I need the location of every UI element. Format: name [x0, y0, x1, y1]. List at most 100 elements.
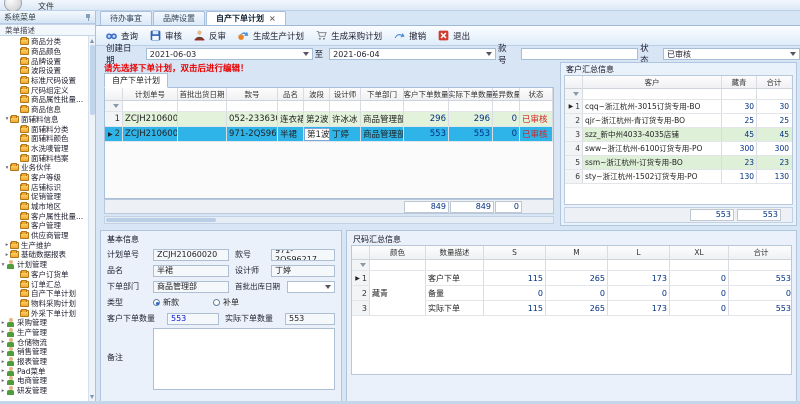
filter-row[interactable] [352, 260, 791, 271]
table-row[interactable]: 6 sty~浙江杭州-1502订货专用-PO 130 130 [565, 170, 792, 184]
radio-new-style[interactable] [153, 299, 160, 306]
cell-plan-no[interactable]: ZCJH21060020 [123, 127, 178, 141]
sidebar-scrollbar[interactable] [88, 36, 95, 402]
cell-order-dept[interactable]: 商品管理部 [361, 112, 404, 126]
radio-new-style-label[interactable]: 新款 [163, 297, 179, 308]
tree-item[interactable]: ▸ 报表管理 [0, 357, 87, 367]
tree-item[interactable]: 品牌设置 [0, 56, 87, 66]
cell-total-qty[interactable]: 45 [757, 128, 791, 141]
cell-size-xl[interactable]: 0 [670, 271, 729, 286]
tree-item[interactable]: 商品颜色 [0, 47, 87, 57]
exit-button[interactable]: 退出 [434, 28, 476, 43]
tab-todo[interactable]: 待办事宜 [100, 11, 152, 25]
cell-ship-date[interactable] [178, 112, 227, 126]
cell-size-xl[interactable]: 0 [670, 286, 729, 301]
tree-item[interactable]: ▸ 电商管理 [0, 376, 87, 386]
cell-customer-qty[interactable]: 553 [404, 127, 449, 141]
col-diff-qty[interactable]: 差异数量 [493, 88, 520, 100]
date-from-combobox[interactable]: 2021-06-03 [146, 48, 313, 60]
status-combobox[interactable]: 已审核 [663, 48, 800, 60]
tree-item[interactable]: ▸ 生产管理 [0, 328, 87, 338]
tree-item[interactable]: ▾ 面辅料信息 [0, 115, 87, 125]
grid-page-tab[interactable]: 自产下单计划 [104, 73, 168, 88]
col-total[interactable]: 合计 [729, 246, 792, 259]
tree-item[interactable]: ▸ 采购管理 [0, 318, 87, 328]
table-row[interactable]: 3 实际下单 115 265 173 0 553 [352, 301, 791, 316]
cell-size-xl[interactable]: 0 [670, 301, 729, 316]
cell-color[interactable]: 藏青 [370, 286, 426, 301]
cell-navy-qty[interactable]: 25 [722, 114, 757, 127]
reverse-audit-button[interactable]: 反审 [190, 28, 232, 43]
cell-product-name[interactable]: 连衣裙 [278, 112, 304, 126]
cell-style-no[interactable]: 052-23363006-1 [227, 112, 278, 126]
cell-qty-desc[interactable]: 客户下单 [426, 271, 484, 286]
col-style-no[interactable]: 款号 [227, 88, 278, 100]
cell-actual-qty[interactable]: 296 [449, 112, 493, 126]
first-ship-date-combobox[interactable] [287, 281, 335, 293]
cell-total-qty[interactable]: 30 [757, 100, 791, 113]
cell-size-s[interactable]: 0 [484, 286, 546, 301]
cell-navy-qty[interactable]: 30 [722, 100, 757, 113]
tree-item[interactable]: 商品分类 [0, 37, 87, 47]
cell-size-l[interactable]: 173 [608, 301, 670, 316]
tree-item[interactable]: ▾ 计划管理 [0, 260, 87, 270]
table-row[interactable]: 1 ZCJH21060024 052-23363006-1 连衣裙 第2波 许冰… [105, 112, 553, 127]
cell-color[interactable] [370, 301, 426, 316]
col-actual-qty[interactable]: 实际下单数量 [449, 88, 493, 100]
filter-row[interactable] [105, 101, 553, 112]
cell-color[interactable] [370, 271, 426, 286]
cell-size-s[interactable]: 115 [484, 301, 546, 316]
table-row[interactable]: ▶1 客户下单 115 265 173 0 553 [352, 271, 791, 286]
col-size-l[interactable]: L [608, 246, 670, 259]
tree-item[interactable]: 水洗唛管理 [0, 144, 87, 154]
tree-item[interactable]: 波段设置 [0, 66, 87, 76]
tree-item[interactable]: 外采下单计划 [0, 308, 87, 318]
cell-qty-desc[interactable]: 备量 [426, 286, 484, 301]
tab-brand-settings[interactable]: 品牌设置 [153, 11, 205, 25]
tree-item[interactable]: 客户订货单 [0, 270, 87, 280]
tree-item[interactable]: ▾ 业务伙伴 [0, 163, 87, 173]
cell-designer[interactable]: 丁婷 [330, 127, 361, 141]
col-customer[interactable]: 客户 [583, 76, 722, 88]
cell-style-no[interactable]: 971-2QS96217 [227, 127, 278, 141]
tree-item[interactable]: 商品信息 [0, 105, 87, 115]
cell-status[interactable]: 已审核 [520, 127, 553, 141]
col-color[interactable]: 颜色 [370, 246, 426, 259]
tree-item[interactable]: 客户属性批量... [0, 211, 87, 221]
cell-ship-date[interactable] [178, 127, 227, 141]
tree-item[interactable]: 供应商管理 [0, 231, 87, 241]
cell-total-qty[interactable]: 23 [757, 156, 791, 169]
cell-size-m[interactable]: 0 [546, 286, 608, 301]
tree-item[interactable]: 面辅料分类 [0, 124, 87, 134]
cell-wave[interactable]: 第2波 [304, 112, 330, 126]
tree-item[interactable]: 城市地区 [0, 202, 87, 212]
cell-customer-name[interactable]: cqq~浙江杭州-3015订货专用-BO [583, 100, 722, 113]
cell-order-dept[interactable]: 商品管理部 [361, 127, 404, 141]
table-row[interactable]: ▶2 ZCJH21060020 971-2QS96217 半裙 第1波 丁婷 商… [105, 127, 553, 142]
cell-size-l[interactable]: 173 [608, 271, 670, 286]
cell-customer-name[interactable]: szz_新中州4033-4035店铺 [583, 128, 722, 141]
tree-item[interactable]: 面辅料档案 [0, 153, 87, 163]
cell-diff-qty[interactable]: 0 [493, 127, 520, 141]
col-first-ship-date[interactable]: 首批出货日期 [178, 88, 227, 100]
filter-row[interactable] [565, 89, 792, 100]
cell-size-l[interactable]: 0 [608, 286, 670, 301]
query-button[interactable]: 查询 [102, 28, 144, 43]
col-plan-no[interactable]: 计划单号 [123, 88, 178, 100]
tree-item[interactable]: 店铺标识 [0, 182, 87, 192]
cell-size-m[interactable]: 265 [546, 301, 608, 316]
col-size-xl[interactable]: XL [670, 246, 729, 259]
cell-plan-no[interactable]: ZCJH21060024 [123, 112, 178, 126]
cell-total-qty[interactable]: 130 [757, 170, 791, 183]
cell-customer-name[interactable]: ssm~浙江杭州-订货专用-BO [583, 156, 722, 169]
pin-icon[interactable] [85, 14, 91, 21]
undo-button[interactable]: 撤销 [390, 28, 432, 43]
table-row[interactable]: 3 szz_新中州4033-4035店铺 45 45 [565, 128, 792, 142]
tree-item[interactable]: ▸ 研发管理 [0, 386, 87, 396]
table-row[interactable]: 4 sww~浙江杭州-6100订货专用-PO 300 300 [565, 142, 792, 156]
cell-customer-name[interactable]: qjr~浙江杭州-青订货专用-BO [583, 114, 722, 127]
cell-customer-name[interactable]: sty~浙江杭州-1502订货专用-PO [583, 170, 722, 183]
style-no-input[interactable] [521, 48, 638, 60]
audit-button[interactable]: 审核 [146, 28, 188, 43]
tree-item[interactable]: 标准尺码设置 [0, 76, 87, 86]
